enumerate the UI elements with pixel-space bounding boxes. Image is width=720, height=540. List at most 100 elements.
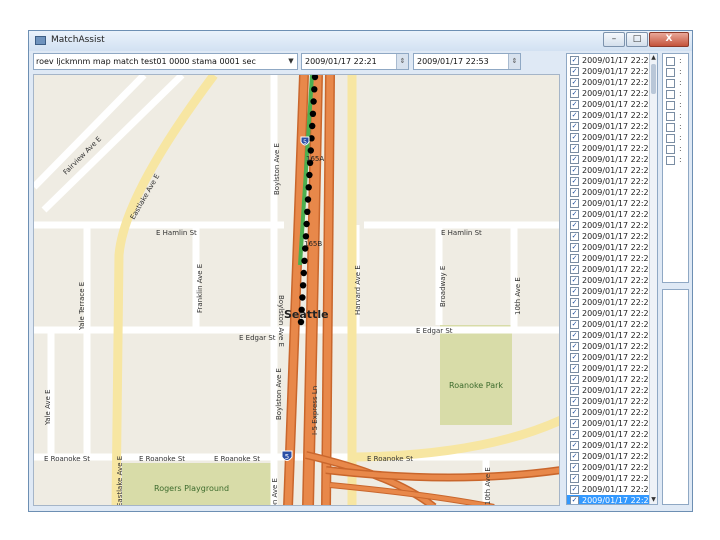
list-item[interactable]: ✓ 2009/01/17 22:22: [567, 451, 656, 462]
track-file-combo[interactable]: roev ljckmnm map match test01 0000 stama… [33, 53, 298, 70]
gps-point[interactable] [307, 147, 314, 154]
row-checkbox[interactable]: ✓ [570, 386, 579, 395]
gps-point[interactable] [310, 98, 317, 105]
gps-point[interactable] [299, 294, 306, 301]
row-checkbox[interactable]: ✓ [570, 397, 579, 406]
list-item[interactable]: ✓ 2009/01/17 22:22: [567, 187, 656, 198]
row-checkbox[interactable]: ✓ [570, 232, 579, 241]
row-checkbox[interactable]: ✓ [570, 210, 579, 219]
start-datetime-picker[interactable]: 2009/01/17 22:21 ⇕ [301, 53, 409, 70]
row-checkbox[interactable]: ✓ [570, 419, 579, 428]
row-checkbox[interactable]: ✓ [570, 67, 579, 76]
scroll-up-icon[interactable]: ▲ [650, 54, 657, 62]
list-item[interactable]: ✓ 2009/01/17 22:22: [567, 484, 656, 495]
row-checkbox[interactable]: ✓ [570, 485, 579, 494]
list-item[interactable]: ✓ 2009/01/17 22:22: [567, 275, 656, 286]
side-checkbox[interactable] [666, 79, 675, 88]
row-checkbox[interactable]: ✓ [570, 364, 579, 373]
row-checkbox[interactable]: ✓ [570, 56, 579, 65]
list-item[interactable]: ✓ 2009/01/17 22:22: [567, 308, 656, 319]
list-item[interactable]: ✓ 2009/01/17 22:22: [567, 253, 656, 264]
row-checkbox[interactable]: ✓ [570, 177, 579, 186]
list-item[interactable]: ✓ 2009/01/17 22:22: [567, 462, 656, 473]
row-checkbox[interactable]: ✓ [570, 111, 579, 120]
row-checkbox[interactable]: ✓ [570, 287, 579, 296]
row-checkbox[interactable]: ✓ [570, 342, 579, 351]
list-item[interactable]: ✓ 2009/01/17 22:21: [567, 121, 656, 132]
row-checkbox[interactable]: ✓ [570, 133, 579, 142]
side-checkbox[interactable] [666, 156, 675, 165]
row-checkbox[interactable]: ✓ [570, 331, 579, 340]
list-item[interactable]: ✓ 2009/01/17 22:22: [567, 209, 656, 220]
row-checkbox[interactable]: ✓ [570, 298, 579, 307]
gps-point[interactable] [300, 269, 307, 277]
maximize-button[interactable]: □ [626, 32, 648, 47]
map-view[interactable]: 5 5 165A 165B Seattle Fairview Ave E Eas… [33, 74, 560, 506]
row-checkbox[interactable]: ✓ [570, 441, 579, 450]
row-checkbox[interactable]: ✓ [570, 452, 579, 461]
row-checkbox[interactable]: ✓ [570, 243, 579, 252]
side-checkbox[interactable] [666, 90, 675, 99]
gps-point[interactable] [301, 257, 308, 264]
list-item[interactable]: ✓ 2009/01/17 22:21: [567, 66, 656, 77]
row-checkbox[interactable]: ✓ [570, 474, 579, 483]
side-checkbox[interactable] [666, 101, 675, 110]
list-item[interactable]: ✓ 2009/01/17 22:22: [567, 396, 656, 407]
close-button[interactable]: X [649, 32, 689, 47]
list-item[interactable]: ✓ 2009/01/17 22:22: [567, 440, 656, 451]
side-checkbox[interactable] [666, 145, 675, 154]
list-item[interactable]: ✓ 2009/01/17 22:22: [567, 198, 656, 209]
list-item[interactable]: ✓ 2009/01/17 22:22: [567, 473, 656, 484]
row-checkbox[interactable]: ✓ [570, 309, 579, 318]
row-checkbox[interactable]: ✓ [570, 144, 579, 153]
list-item[interactable]: ✓ 2009/01/17 22:21: [567, 88, 656, 99]
gps-point[interactable] [304, 196, 312, 203]
list-item[interactable]: ✓ 2009/01/17 22:22: [567, 242, 656, 253]
list-item[interactable]: ✓ 2009/01/17 22:22: [567, 264, 656, 275]
list-item[interactable]: ✓ 2009/01/17 22:22: [567, 418, 656, 429]
end-datetime-picker[interactable]: 2009/01/17 22:53 ⇕ [413, 53, 521, 70]
row-checkbox[interactable]: ✓ [570, 430, 579, 439]
gps-point[interactable] [303, 220, 310, 228]
list-item[interactable]: ✓ 2009/01/17 22:22: [567, 286, 656, 297]
row-checkbox[interactable]: ✓ [570, 353, 579, 362]
row-checkbox[interactable]: ✓ [570, 463, 579, 472]
list-item[interactable]: ✓ 2009/01/17 22:22: [567, 495, 656, 504]
row-checkbox[interactable]: ✓ [570, 265, 579, 274]
row-checkbox[interactable]: ✓ [570, 122, 579, 131]
timestamp-list[interactable]: ✓ 2009/01/17 22:21: ✓ 2009/01/17 22:21: ✓ 200… [566, 53, 658, 505]
list-item[interactable]: ✓ 2009/01/17 22:22: [567, 429, 656, 440]
row-checkbox[interactable]: ✓ [570, 78, 579, 87]
side-checkbox[interactable] [666, 134, 675, 143]
gps-point[interactable] [304, 208, 311, 215]
gps-point[interactable] [306, 171, 313, 179]
list-item[interactable]: ✓ 2009/01/17 22:22: [567, 231, 656, 242]
row-checkbox[interactable]: ✓ [570, 199, 579, 208]
row-checkbox[interactable]: ✓ [570, 254, 579, 263]
list-item[interactable]: ✓ 2009/01/17 22:21: [567, 77, 656, 88]
list-item[interactable]: ✓ 2009/01/17 22:21: [567, 110, 656, 121]
list-item[interactable]: ✓ 2009/01/17 22:22: [567, 319, 656, 330]
list-item[interactable]: ✓ 2009/01/17 22:22: [567, 297, 656, 308]
gps-point[interactable] [305, 184, 312, 191]
list-item[interactable]: ✓ 2009/01/17 22:21: [567, 143, 656, 154]
row-checkbox[interactable]: ✓ [570, 155, 579, 164]
row-checkbox[interactable]: ✓ [570, 496, 579, 504]
side-checkbox[interactable] [666, 123, 675, 132]
start-spin-icon[interactable]: ⇕ [396, 54, 408, 69]
list-item[interactable]: ✓ 2009/01/17 22:21: [567, 132, 656, 143]
list-item[interactable]: ✓ 2009/01/17 22:21: [567, 154, 656, 165]
side-checkbox[interactable] [666, 112, 675, 121]
minimize-button[interactable]: – [603, 32, 625, 47]
list-item[interactable]: ✓ 2009/01/17 22:21: [567, 99, 656, 110]
title-bar[interactable]: MatchAssist – □ X [29, 31, 692, 51]
gps-point[interactable] [309, 110, 317, 117]
scroll-thumb[interactable] [651, 64, 656, 94]
list-item[interactable]: ✓ 2009/01/17 22:21: [567, 176, 656, 187]
map-canvas[interactable]: 5 5 165A 165B Seattle Fairview Ave E Eas… [34, 75, 560, 506]
list-item[interactable]: ✓ 2009/01/17 22:21: [567, 55, 656, 66]
row-checkbox[interactable]: ✓ [570, 320, 579, 329]
gps-point[interactable] [309, 122, 316, 130]
row-checkbox[interactable]: ✓ [570, 375, 579, 384]
row-checkbox[interactable]: ✓ [570, 89, 579, 98]
